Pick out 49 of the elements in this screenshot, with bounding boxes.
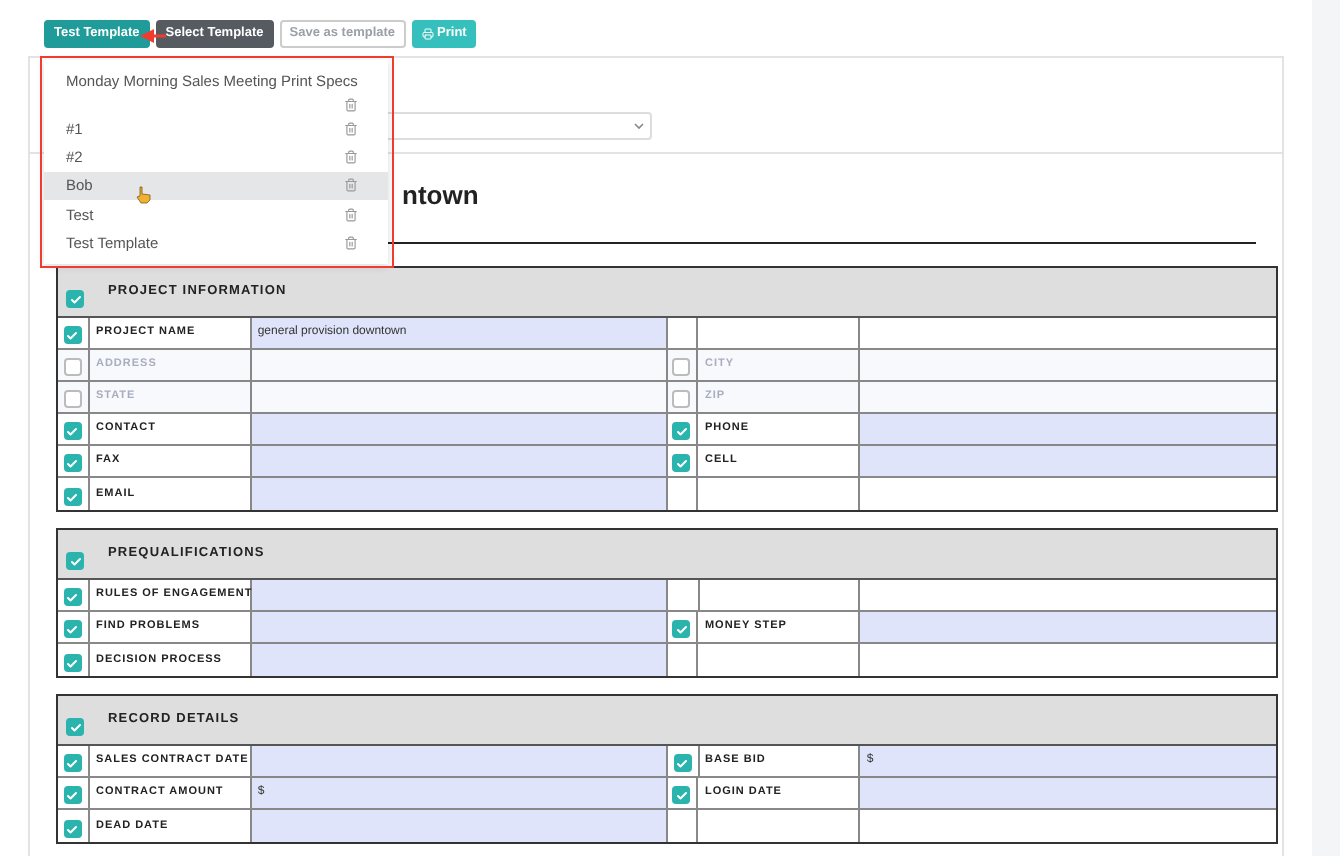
field-value[interactable]: [251, 478, 667, 510]
chevron-icon: [634, 122, 644, 130]
field-value[interactable]: [251, 350, 667, 380]
checkbox[interactable]: [63, 588, 82, 606]
checkbox[interactable]: [63, 488, 82, 506]
checkbox[interactable]: [673, 754, 692, 772]
trash-icon[interactable]: [344, 150, 358, 165]
checkbox[interactable]: [63, 326, 82, 344]
field-value[interactable]: [251, 414, 667, 444]
annotation-arrow: [140, 28, 166, 44]
checkbox[interactable]: [63, 620, 82, 638]
field-value[interactable]: [251, 446, 667, 476]
field-value[interactable]: [860, 382, 1276, 412]
trash-icon[interactable]: [344, 97, 358, 112]
checkbox[interactable]: [63, 786, 82, 804]
field-value[interactable]: [251, 382, 667, 412]
checkbox[interactable]: [63, 422, 82, 440]
field-value[interactable]: [251, 580, 668, 610]
checkbox[interactable]: [63, 454, 82, 472]
checkbox[interactable]: [63, 754, 82, 772]
checkbox[interactable]: [63, 820, 82, 838]
printer-icon: [421, 28, 434, 40]
checkbox[interactable]: [672, 422, 691, 440]
checkbox[interactable]: [672, 454, 691, 472]
field-value[interactable]: [251, 644, 667, 676]
trash-icon[interactable]: [344, 121, 358, 136]
trash-icon[interactable]: [344, 178, 358, 193]
field-value[interactable]: [860, 414, 1276, 444]
trash-icon[interactable]: [344, 235, 358, 250]
field-value[interactable]: [860, 350, 1276, 380]
field-value[interactable]: [251, 612, 667, 642]
field-value[interactable]: [860, 446, 1276, 476]
checkbox[interactable]: [66, 718, 84, 736]
page-heading: ntown: [402, 180, 479, 210]
field-value[interactable]: [251, 746, 668, 776]
checkbox[interactable]: [66, 290, 84, 308]
checkbox[interactable]: [63, 358, 82, 376]
trash-icon[interactable]: [344, 207, 358, 222]
checkbox[interactable]: [672, 620, 691, 638]
checkbox[interactable]: [63, 654, 82, 672]
checkbox[interactable]: [63, 390, 82, 408]
field-value[interactable]: [251, 810, 667, 842]
checkbox[interactable]: [672, 390, 691, 408]
checkbox[interactable]: [66, 552, 84, 570]
checkbox[interactable]: [672, 358, 691, 376]
checkbox[interactable]: [672, 786, 691, 804]
field-value[interactable]: [860, 778, 1276, 808]
pointer-cursor-icon: [136, 186, 152, 204]
field-value[interactable]: [860, 612, 1276, 642]
